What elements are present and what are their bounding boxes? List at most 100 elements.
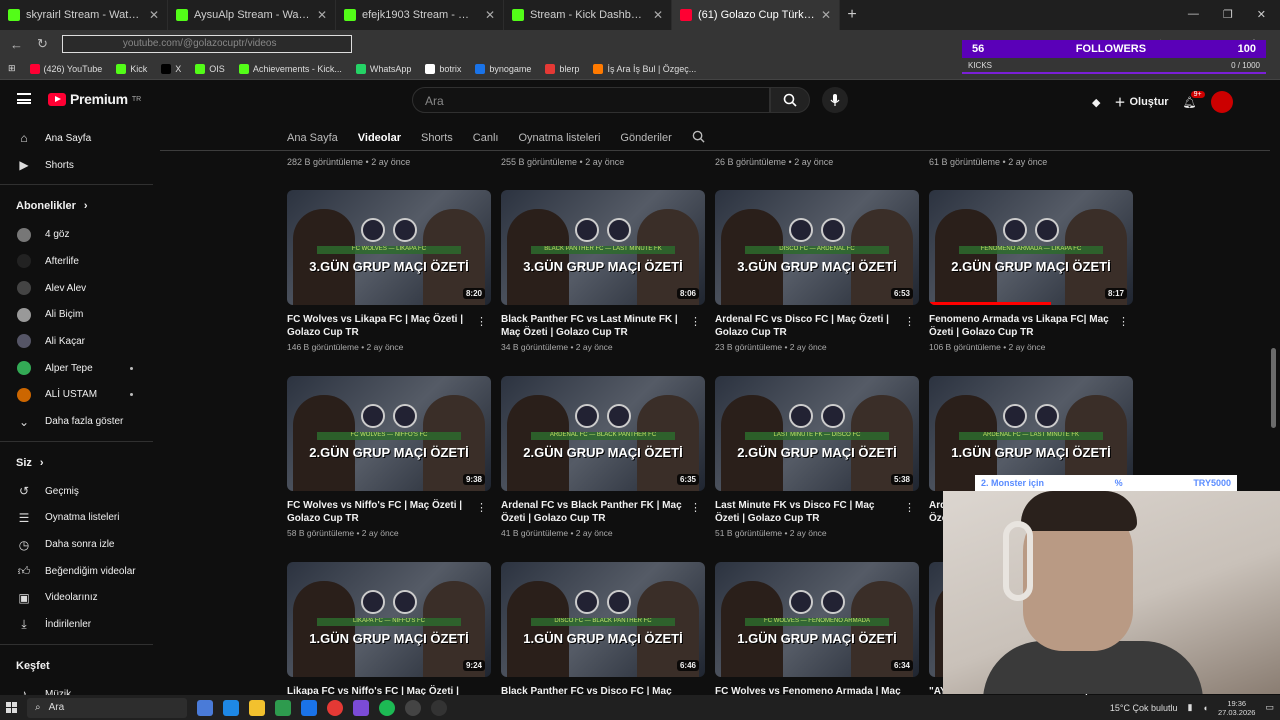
network-icon[interactable]: ▮ [1188,702,1193,713]
channel-tab[interactable]: Ana Sayfa [287,132,338,144]
bookmark-item[interactable]: botrix [425,63,461,74]
sidebar-item[interactable]: ▣ Videolarınız [0,585,155,612]
search-input[interactable]: Ara [412,87,770,113]
video-card[interactable]: DISCO FC — ARDENAL FC 3.GÜN GRUP MAÇI ÖZE… [715,190,919,352]
windows-start-icon[interactable] [6,702,17,713]
video-thumbnail[interactable]: FC WOLVES — LIKAPA FC 3.GÜN GRUP MAÇI ÖZE… [287,190,491,305]
sidebar-channel-item[interactable]: Alper Tepe [0,355,155,382]
discord-icon[interactable] [353,699,369,716]
app-icon[interactable] [431,699,447,716]
sidebar-channel-item[interactable]: ALİ USTAM [0,382,155,409]
url-field[interactable]: youtube.com/@golazocuptr/videos [61,35,352,53]
close-tab-icon[interactable]: ✕ [317,8,327,22]
video-thumbnail[interactable]: FC WOLVES — FENOMENO ARMADA 1.GÜN GRUP MA… [715,562,919,677]
bookmark-item[interactable]: Achievements - Kick... [238,63,342,74]
sidebar-item[interactable]: ⌂ Ana Sayfa [0,125,155,152]
maximize-icon[interactable]: ❐ [1223,8,1233,21]
clock[interactable]: 19:36 27.03.2026 [1218,699,1256,717]
video-title[interactable]: Ardenal FC vs Black Panther FK | Maç Öze… [501,499,687,525]
sidebar-item[interactable]: ◷ Daha sonra izle [0,531,155,558]
video-thumbnail[interactable]: LIKAPA FC — NIFFO'S FC 1.GÜN GRUP MAÇI ÖZ… [287,562,491,677]
video-card[interactable]: LIKAPA FC — NIFFO'S FC 1.GÜN GRUP MAÇI ÖZ… [287,562,491,711]
new-tab-icon[interactable]: + [840,6,864,24]
more-actions-icon[interactable]: ⋮ [690,501,701,514]
video-thumbnail[interactable]: DISCO FC — BLACK PANTHER FC 1.GÜN GRUP MA… [501,562,705,677]
create-button[interactable]: ＋ Oluştur [1114,94,1168,110]
video-card[interactable]: BLACK PANTHER FC — LAST MINUTE FK 3.GÜN G… [501,190,705,352]
edge-icon[interactable] [223,699,239,716]
sidebar-channel-item[interactable]: Ali Biçim [0,301,155,328]
more-actions-icon[interactable]: ⋮ [904,315,915,328]
obs-icon[interactable] [405,699,421,716]
video-card[interactable]: FC WOLVES — FENOMENO ARMADA 1.GÜN GRUP MA… [715,562,919,711]
video-card[interactable]: DISCO FC — BLACK PANTHER FC 1.GÜN GRUP MA… [501,562,705,711]
bookmark-item[interactable]: blerp [545,63,579,74]
subscriptions-header[interactable]: Abonelikler › [0,191,155,221]
video-title[interactable]: Black Panther FC vs Last Minute FK | Maç… [501,313,687,339]
bookmark-item[interactable]: X [161,63,181,74]
channel-tab[interactable]: Shorts [421,132,453,144]
more-actions-icon[interactable]: ⋮ [476,501,487,514]
video-card[interactable]: FC WOLVES — NIFFO'S FC 2.GÜN GRUP MAÇI ÖZ… [287,376,491,538]
sidebar-channel-item[interactable]: 4 göz [0,221,155,248]
video-title[interactable]: FC Wolves vs Likapa FC | Maç Özeti | Gol… [287,313,473,339]
more-actions-icon[interactable]: ⋮ [904,501,915,514]
chrome-icon[interactable] [327,699,343,716]
you-header[interactable]: Siz › [0,448,155,478]
volume-icon[interactable]: ◖ [1203,703,1208,713]
sidebar-item[interactable]: ▶ Shorts [0,152,155,179]
bookmark-item[interactable]: İş Ara İş Bul | Özgeç... [593,63,696,74]
close-tab-icon[interactable]: ✕ [485,8,495,22]
minimize-icon[interactable]: — [1188,8,1199,21]
weather-label[interactable]: 15°C Çok bulutlu [1110,703,1178,713]
bookmark-item[interactable]: WhatsApp [355,63,411,74]
show-more-button[interactable]: ⌄ Daha fazla göster [0,408,155,435]
video-card[interactable]: LAST MINUTE FK — DISCO FC 2.GÜN GRUP MAÇI… [715,376,919,538]
taskbar-search[interactable]: ⌕ Ara [27,697,187,718]
voice-search-button[interactable] [822,87,848,113]
video-thumbnail[interactable]: FENOMENO ARMADA — LIKAPA FC 2.GÜN GRUP MA… [929,190,1133,305]
task-view-icon[interactable] [197,699,213,716]
page-scrollbar[interactable] [1271,348,1276,428]
sidebar-item[interactable]: ⤓ İndirilenler [0,611,155,638]
video-thumbnail[interactable]: DISCO FC — ARDENAL FC 3.GÜN GRUP MAÇI ÖZE… [715,190,919,305]
sidebar-channel-item[interactable]: Afterlife [0,248,155,275]
back-icon[interactable]: ← [10,37,23,52]
video-thumbnail[interactable]: ARDENAL FC — LAST MINUTE FK 1.GÜN GRUP MA… [929,376,1133,491]
sidebar-item[interactable]: ↺ Geçmiş [0,478,155,505]
sidebar-channel-item[interactable]: Alev Alev [0,275,155,302]
video-thumbnail[interactable]: BLACK PANTHER FC — LAST MINUTE FK 3.GÜN G… [501,190,705,305]
channel-tab[interactable]: Canlı [473,132,499,144]
video-title[interactable]: FC Wolves vs Niffo's FC | Maç Özeti | Go… [287,499,473,525]
video-thumbnail[interactable]: FC WOLVES — NIFFO'S FC 2.GÜN GRUP MAÇI ÖZ… [287,376,491,491]
browser-tab[interactable]: skyrairl Stream - Watch Live on Kick ✕ [0,0,168,30]
bookmark-item[interactable]: bynogame [475,63,531,74]
browser-tab[interactable]: AysuAlp Stream - Watch Live on Kick ✕ [168,0,336,30]
outlook-icon[interactable] [301,699,317,716]
youtube-premium-logo[interactable]: Premium TR [48,91,141,107]
bookmark-item[interactable]: (426) YouTube [29,63,102,74]
cast-icon[interactable]: ◆ [1092,96,1100,109]
notification-center-icon[interactable]: ▭ [1265,702,1274,713]
notifications-button[interactable]: 🔔︎ 9+ [1183,90,1205,109]
video-title[interactable]: Fenomeno Armada vs Likapa FC| Maç Özeti … [929,313,1115,339]
more-actions-icon[interactable]: ⋮ [690,315,701,328]
bookmark-item[interactable]: Kick [116,63,147,74]
browser-tab[interactable]: Stream - Kick Dashboard ✕ [504,0,672,30]
close-tab-icon[interactable]: ✕ [149,8,159,22]
sidebar-item[interactable]: 👍︎ Beğendiğim videolar [0,558,155,585]
store-icon[interactable] [275,699,291,716]
channel-tab[interactable]: Gönderiler [620,132,671,144]
file-explorer-icon[interactable] [249,699,265,716]
video-card[interactable]: FENOMENO ARMADA — LIKAPA FC 2.GÜN GRUP MA… [929,190,1133,352]
video-title[interactable]: Ardenal FC vs Disco FC | Maç Özeti | Gol… [715,313,901,339]
hamburger-menu-icon[interactable] [17,93,31,104]
close-tab-icon[interactable]: ✕ [821,8,831,22]
search-button[interactable] [770,87,810,113]
video-thumbnail[interactable]: LAST MINUTE FK — DISCO FC 2.GÜN GRUP MAÇI… [715,376,919,491]
reload-icon[interactable]: ↻ [37,36,48,52]
close-window-icon[interactable]: ✕ [1257,8,1266,21]
video-card[interactable]: ARDENAL FC — BLACK PANTHER FC 2.GÜN GRUP … [501,376,705,538]
more-actions-icon[interactable]: ⋮ [476,315,487,328]
browser-tab[interactable]: efejk1903 Stream - Watch Live on Kick ✕ [336,0,504,30]
